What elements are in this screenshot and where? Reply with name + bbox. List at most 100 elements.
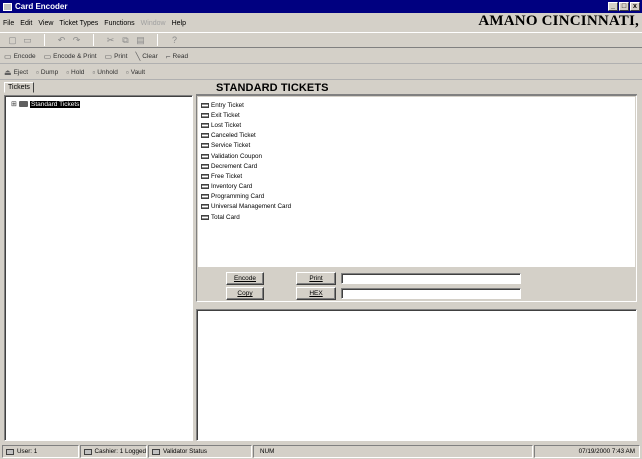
encode-toolbar-label: Encode bbox=[13, 52, 36, 60]
ticket-type-item[interactable]: Exit Ticket bbox=[198, 110, 635, 120]
card-icon: ▭ bbox=[43, 51, 52, 61]
clear-toolbar-label: Clear bbox=[142, 52, 158, 60]
close-button[interactable]: x bbox=[630, 2, 640, 11]
menu-ticket-types[interactable]: Ticket Types bbox=[59, 20, 98, 27]
new-icon[interactable]: ▢ bbox=[6, 34, 19, 46]
output-panel bbox=[196, 309, 637, 441]
print-button[interactable]: Print bbox=[296, 272, 336, 285]
clear-toolbar-button[interactable]: ╲ Clear bbox=[135, 52, 157, 61]
ticket-type-item[interactable]: Decrement Card bbox=[198, 161, 635, 171]
read-toolbar-button[interactable]: ⌐ Read bbox=[166, 52, 188, 61]
read-icon: ⌐ bbox=[165, 51, 171, 61]
ticket-type-item[interactable]: Validation Coupon bbox=[198, 151, 635, 161]
section-title: STANDARD TICKETS bbox=[196, 82, 637, 95]
maximize-button[interactable]: □ bbox=[619, 2, 629, 11]
toolbar-separator bbox=[93, 34, 94, 46]
ticket-icon bbox=[201, 214, 209, 220]
ticket-tree-panel: ⊞ Standard Tickets bbox=[4, 95, 193, 441]
status-datetime: 07/19/2000 7:43 AM bbox=[534, 445, 640, 458]
help-icon[interactable]: ? bbox=[168, 34, 181, 46]
ticket-type-label: Free Ticket bbox=[211, 172, 243, 180]
print-toolbar-button[interactable]: ▭ Print bbox=[105, 52, 128, 61]
ticket-type-item[interactable]: Programming Card bbox=[198, 192, 635, 202]
ticket-type-label: Service Ticket bbox=[211, 142, 251, 150]
vault-toolbar-button[interactable]: ▫ Vault bbox=[126, 68, 145, 77]
menu-functions[interactable]: Functions bbox=[104, 20, 134, 27]
ticket-type-item[interactable]: Service Ticket bbox=[198, 141, 635, 151]
status-user: User: 1 bbox=[2, 445, 79, 458]
status-validator-text: Validator Status bbox=[163, 448, 207, 455]
encode-toolbar-button[interactable]: ▭ Encode bbox=[4, 52, 36, 61]
ticket-type-item[interactable]: Universal Management Card bbox=[198, 202, 635, 212]
ticket-icon bbox=[201, 112, 209, 118]
copy-icon[interactable]: ⧉ bbox=[119, 34, 132, 46]
encode-button[interactable]: Encode bbox=[226, 272, 264, 285]
menu-file[interactable]: File bbox=[3, 20, 14, 27]
cut-icon[interactable]: ✂ bbox=[104, 34, 117, 46]
tree-node-label: Standard Tickets bbox=[30, 100, 81, 108]
dump-toolbar-label: Dump bbox=[40, 68, 59, 76]
toolbar-separator bbox=[44, 34, 45, 46]
encode-print-toolbar-label: Encode & Print bbox=[53, 52, 97, 60]
status-bar: User: 1 Cashier: 1 Logged Validator Stat… bbox=[0, 444, 642, 459]
dump-toolbar-button[interactable]: ▫ Dump bbox=[36, 68, 58, 77]
paste-icon[interactable]: ▤ bbox=[134, 34, 147, 46]
ticket-icon bbox=[201, 204, 209, 210]
eject-toolbar-button[interactable]: ⏏ Eject bbox=[4, 68, 28, 77]
ticket-icon bbox=[201, 173, 209, 179]
ticket-type-item[interactable]: Total Card bbox=[198, 212, 635, 222]
status-cashier-text: Cashier: 1 Logged bbox=[94, 448, 146, 455]
ticket-type-label: Exit Ticket bbox=[211, 111, 240, 119]
unhold-toolbar-label: Unhold bbox=[97, 68, 118, 76]
vault-icon: ▫ bbox=[125, 67, 129, 77]
ticket-type-label: Universal Management Card bbox=[211, 203, 292, 211]
print-field[interactable] bbox=[341, 273, 521, 284]
undo-icon[interactable]: ↶ bbox=[55, 34, 68, 46]
clear-icon: ╲ bbox=[135, 51, 141, 61]
status-num-text: NUM bbox=[260, 448, 275, 455]
ticket-icon bbox=[201, 163, 209, 169]
ticket-type-item[interactable]: Lost Ticket bbox=[198, 120, 635, 130]
hold-icon: ▫ bbox=[66, 67, 70, 77]
menu-window[interactable]: Window bbox=[141, 20, 166, 27]
encode-print-toolbar-button[interactable]: ▭ Encode & Print bbox=[44, 52, 97, 61]
ticket-type-item[interactable]: Entry Ticket bbox=[198, 100, 635, 110]
toolbar-separator bbox=[157, 34, 158, 46]
minimize-button[interactable]: _ bbox=[608, 2, 618, 11]
eject-toolbar-label: Eject bbox=[13, 68, 29, 76]
menu-edit[interactable]: Edit bbox=[20, 20, 32, 27]
ticket-icon bbox=[201, 184, 209, 190]
dump-icon: ▫ bbox=[36, 67, 39, 77]
tab-tickets[interactable]: Tickets bbox=[4, 82, 34, 93]
ticket-icon bbox=[201, 194, 209, 200]
print-toolbar-label: Print bbox=[114, 52, 128, 60]
encode-toolbar: ▭ Encode ▭ Encode & Print ▭ Print ╲ Clea… bbox=[0, 49, 642, 64]
ticket-list: Entry Ticket Exit Ticket Lost Ticket Cancel… bbox=[198, 97, 635, 267]
open-icon[interactable]: ▭ bbox=[21, 34, 34, 46]
hex-button[interactable]: HEX bbox=[296, 287, 336, 300]
status-user-text: User: 1 bbox=[17, 448, 38, 455]
ticket-type-label: Inventory Card bbox=[211, 183, 253, 191]
ticket-type-item[interactable]: Inventory Card bbox=[198, 182, 635, 192]
expand-icon[interactable]: ⊞ bbox=[11, 100, 19, 108]
user-icon bbox=[6, 448, 14, 455]
folder-icon bbox=[19, 101, 28, 107]
app-icon bbox=[3, 2, 12, 11]
tree-node-standard-tickets[interactable]: ⊞ Standard Tickets bbox=[11, 100, 81, 108]
window-title: Card Encoder bbox=[15, 2, 68, 11]
ticket-type-label: Lost Ticket bbox=[211, 121, 242, 129]
hold-toolbar-button[interactable]: ▫ Hold bbox=[66, 68, 84, 77]
ticket-type-label: Entry Ticket bbox=[211, 101, 244, 109]
ticket-type-label: Programming Card bbox=[211, 193, 265, 201]
ticket-type-item[interactable]: Canceled Ticket bbox=[198, 131, 635, 141]
menu-view[interactable]: View bbox=[38, 20, 53, 27]
ticket-type-item[interactable]: Free Ticket bbox=[198, 171, 635, 181]
hex-field[interactable] bbox=[341, 288, 521, 299]
status-num: NUM bbox=[253, 445, 533, 458]
redo-icon[interactable]: ↷ bbox=[70, 34, 83, 46]
menu-help[interactable]: Help bbox=[172, 20, 186, 27]
copy-button[interactable]: Copy bbox=[226, 287, 264, 300]
standard-toolbar: ▢ ▭ ↶ ↷ ✂ ⧉ ▤ ? bbox=[0, 32, 642, 48]
ticket-type-label: Total Card bbox=[211, 213, 240, 221]
unhold-toolbar-button[interactable]: ▫ Unhold bbox=[92, 68, 117, 77]
